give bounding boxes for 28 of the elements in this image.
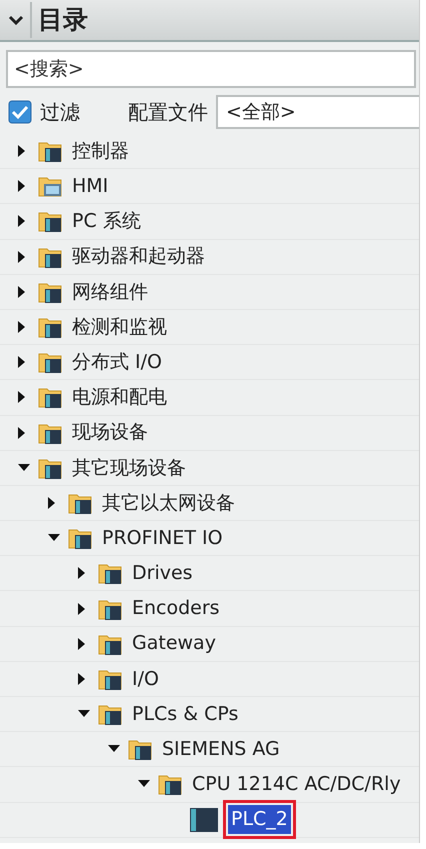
tree-item-label[interactable]: 分布式 I/O — [72, 348, 162, 376]
tree-item-label[interactable]: SIEMENS AG — [162, 735, 280, 764]
tree-item-label[interactable]: 现场设备 — [72, 418, 148, 447]
tree-item-label[interactable]: Drives — [132, 559, 193, 588]
profile-label: 配置文件 — [128, 99, 208, 126]
tree-item-label[interactable]: CPU 1214C AC/DC/Rly — [192, 770, 401, 799]
tree-item-label[interactable]: 其它以太网设备 — [102, 488, 235, 518]
tree-item-label[interactable]: 控制器 — [72, 136, 129, 166]
device-icon — [188, 806, 220, 833]
tree-item-label[interactable]: PLCs & CPs — [132, 700, 238, 728]
filter-checkbox[interactable] — [8, 100, 32, 124]
tree-item-label[interactable]: 驱动器和起动器 — [72, 242, 205, 271]
tree-item-label[interactable]: I/O — [132, 664, 159, 694]
tree-item-label[interactable]: PLC_2 — [228, 805, 291, 834]
tree-item-label[interactable]: Encoders — [132, 594, 220, 623]
search-field[interactable]: <搜索> — [6, 50, 416, 88]
tree-item-label[interactable]: PROFINET IO — [102, 524, 223, 552]
tree-item-label[interactable]: 检测和监视 — [72, 312, 167, 342]
collapse-icon[interactable] — [8, 14, 24, 26]
filter-label: 过滤 — [40, 99, 80, 126]
tree-item-label[interactable]: HMI — [72, 172, 108, 201]
tree-item-label[interactable]: Gateway — [132, 629, 216, 658]
tree-item-label[interactable]: 电源和配电 — [72, 383, 167, 412]
tree-item-label[interactable]: 网络组件 — [72, 278, 148, 306]
panel-title: 目录 — [38, 4, 88, 36]
profile-dropdown[interactable]: <全部> — [216, 95, 419, 129]
tree-item-label[interactable]: 其它现场设备 — [72, 454, 186, 482]
tree-item-label[interactable]: PC 系统 — [72, 207, 141, 236]
